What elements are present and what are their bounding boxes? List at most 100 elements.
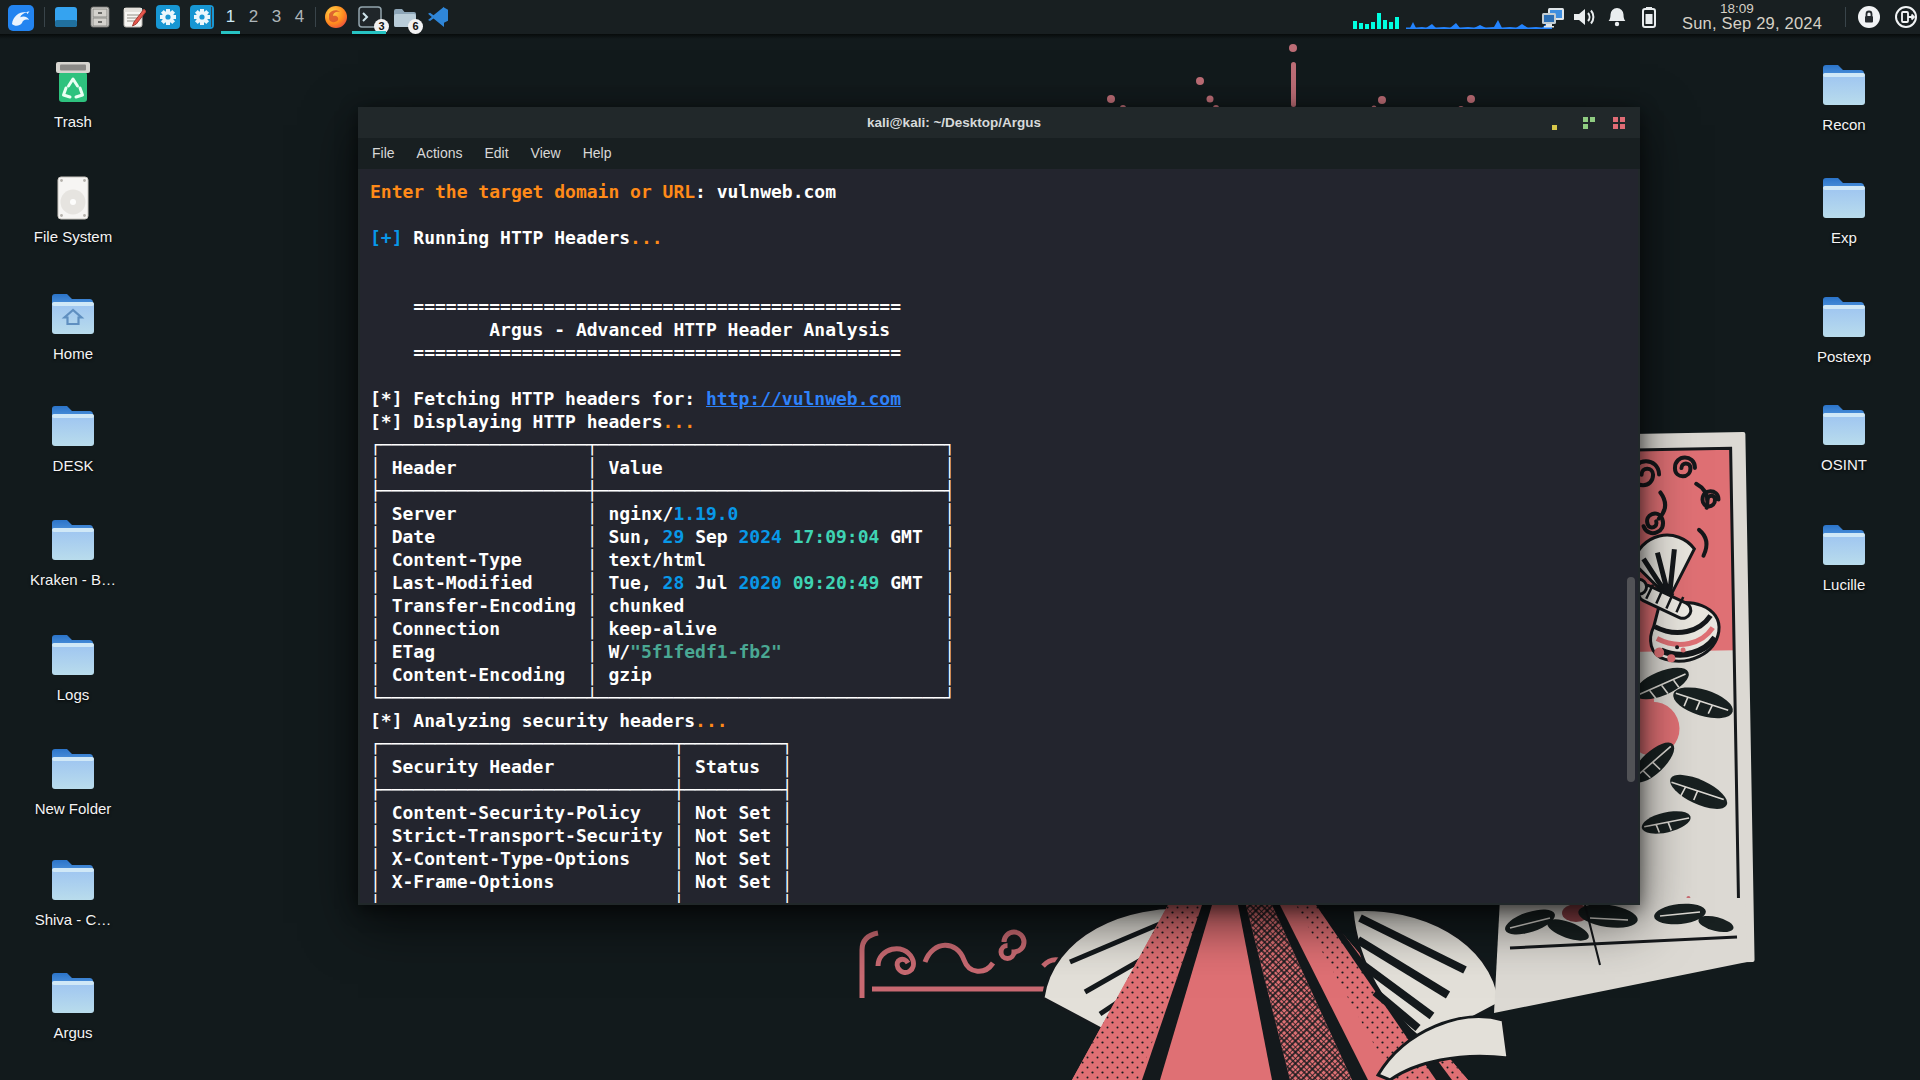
workspace-1[interactable]: 1: [219, 0, 242, 34]
top-panel: 1234 3 6 18:09 Sun, Sep: [0, 0, 1920, 34]
terminal-text-segment: │ Connection │ keep-alive │: [370, 618, 955, 639]
task-terminal[interactable]: 3: [358, 5, 382, 29]
launcher-notes[interactable]: [122, 5, 146, 29]
display-tray-icon[interactable]: [1540, 5, 1564, 29]
desktop-icon-argus[interactable]: Argus: [25, 971, 121, 1041]
maximize-button[interactable]: [1575, 107, 1601, 138]
terminal-text-segment: │ Content-Security-Policy │ Not Set │: [370, 802, 793, 823]
terminal-text-segment: GMT │: [879, 526, 955, 547]
terminal-line: │ Server │ nginx/1.19.0 │: [370, 502, 955, 525]
menu-view[interactable]: View: [520, 138, 572, 169]
terminal-text-segment: ========================================…: [370, 342, 901, 363]
desktop-icon-recon[interactable]: Recon: [1796, 63, 1892, 133]
terminal-text-segment: │: [738, 503, 955, 524]
terminal-text-segment: ...: [663, 411, 696, 432]
desktop-icon-label: DESK: [25, 457, 121, 474]
task-terminal-active-underline: [352, 31, 386, 34]
terminal-text-segment: [*] Displaying HTTP headers: [370, 411, 663, 432]
logout-icon[interactable]: [1894, 5, 1918, 29]
folder-home-icon: [25, 292, 121, 338]
workspace-4[interactable]: 4: [288, 0, 311, 34]
task-files[interactable]: 6: [392, 5, 416, 29]
desktop-icon-trash[interactable]: Trash: [25, 60, 121, 130]
desktop-icon-desk[interactable]: DESK: [25, 404, 121, 474]
desktop-icon-kraken-b-[interactable]: Kraken - B…: [25, 518, 121, 588]
terminal-text-segment: Jul: [684, 572, 738, 593]
network-graph[interactable]: [1406, 5, 1552, 29]
folder-icon: [1796, 403, 1892, 449]
terminal-line: │ Last-Modified │ Tue, 28 Jul 2020 09:20…: [370, 571, 955, 594]
task-firefox[interactable]: [324, 5, 348, 29]
terminal-body[interactable]: Enter the target domain or URL: vulnweb.…: [360, 169, 1638, 903]
folder-icon: [25, 747, 121, 793]
desktop-icon-postexp[interactable]: Postexp: [1796, 295, 1892, 365]
wallpaper-drips: [1107, 44, 1475, 112]
wallpaper-right-wing: [1352, 910, 1508, 1080]
terminal-text-segment: │ Content-Encoding │ gzip │: [370, 664, 955, 685]
terminal-text-segment: http://vulnweb.com: [706, 388, 901, 409]
window-titlebar[interactable]: kali@kali: ~/Desktop/Argus: [358, 107, 1640, 138]
terminal-text-segment: 09:20:49: [793, 572, 880, 593]
desktop-icon-shiva-c-[interactable]: Shiva - C…: [25, 858, 121, 928]
menu-help[interactable]: Help: [572, 138, 623, 169]
kali-menu-icon[interactable]: [8, 5, 32, 29]
wallpaper-card-bottom: [1494, 898, 1747, 1013]
cpu-graph[interactable]: [1353, 5, 1403, 29]
terminal-text-segment: ┌───────────────────────────┬─────────┐: [370, 733, 793, 754]
terminal-line: [370, 203, 955, 226]
terminal-text-segment: │ Content-Type │ text/html │: [370, 549, 955, 570]
terminal-text-segment: │ Transfer-Encoding │ chunked │: [370, 595, 955, 616]
menu-edit[interactable]: Edit: [473, 138, 519, 169]
clock[interactable]: 18:09 Sun, Sep 29, 2024: [1667, 0, 1837, 34]
terminal-line: └───────────────────────────┴─────────┘: [370, 893, 955, 903]
workspace-2[interactable]: 2: [242, 0, 265, 34]
terminal-text-segment: │: [782, 641, 955, 662]
desktop-icon-lucille[interactable]: Lucille: [1796, 523, 1892, 593]
desktop-icon-new-folder[interactable]: New Folder: [25, 747, 121, 817]
terminal-text-segment: ...: [630, 227, 663, 248]
workspace-pager: 1234: [219, 0, 311, 34]
wallpaper-bottom: [862, 898, 1747, 1080]
notifications-tray-icon[interactable]: [1605, 5, 1629, 29]
folder-icon: [1796, 523, 1892, 569]
terminal-text-segment: │ Server │ nginx/: [370, 503, 673, 524]
wallpaper-moth: [1631, 534, 1720, 663]
desktop-icon-file-system[interactable]: File System: [25, 175, 121, 245]
desktop-icon-label: New Folder: [25, 800, 121, 817]
desktop-icon-home[interactable]: Home: [25, 292, 121, 362]
window-menubar: FileActionsEditViewHelp: [358, 138, 1640, 169]
terminal-text-segment: "5f1fedf1-fb2": [630, 641, 782, 662]
folder-icon: [1796, 176, 1892, 222]
task-vscode[interactable]: [426, 5, 450, 29]
workspace-3[interactable]: 3: [265, 0, 288, 34]
terminal-text-segment: : vulnweb.com: [695, 181, 836, 202]
desktop-icon-label: Postexp: [1796, 348, 1892, 365]
terminal-line: ├───────────────────────────┼─────────┤: [370, 778, 955, 801]
terminal-text-segment: │ Date │ Sun,: [370, 526, 663, 547]
launcher-window-manager[interactable]: [54, 5, 78, 29]
launcher-settings-gear-1[interactable]: [156, 5, 180, 29]
terminal-text-segment: └───────────────────┴───────────────────…: [370, 687, 955, 708]
battery-tray-icon[interactable]: [1637, 5, 1661, 29]
folder-icon: [1796, 63, 1892, 109]
minimize-button[interactable]: [1544, 107, 1570, 138]
desktop-icon-logs[interactable]: Logs: [25, 633, 121, 703]
close-button[interactable]: [1605, 107, 1631, 138]
terminal-line: │ Transfer-Encoding │ chunked │: [370, 594, 955, 617]
folder-icon: [25, 518, 121, 564]
terminal-text-segment: GMT │: [879, 572, 955, 593]
scrollbar-thumb[interactable]: [1627, 577, 1635, 782]
volume-tray-icon[interactable]: [1572, 5, 1596, 29]
menu-file[interactable]: File: [361, 138, 406, 169]
terminal-text-segment: [782, 526, 793, 547]
panel-separator: [315, 7, 316, 27]
desktop-icon-exp[interactable]: Exp: [1796, 176, 1892, 246]
terminal-line: [370, 364, 955, 387]
menu-actions[interactable]: Actions: [406, 138, 474, 169]
lock-screen-icon[interactable]: [1857, 5, 1881, 29]
terminal-line: │ Content-Type │ text/html │: [370, 548, 955, 571]
desktop-icon-osint[interactable]: OSINT: [1796, 403, 1892, 473]
terminal-text-segment: 17:09:04: [793, 526, 880, 547]
launcher-file-cabinet[interactable]: [88, 5, 112, 29]
terminal-text-segment: Running HTTP Headers: [403, 227, 631, 248]
